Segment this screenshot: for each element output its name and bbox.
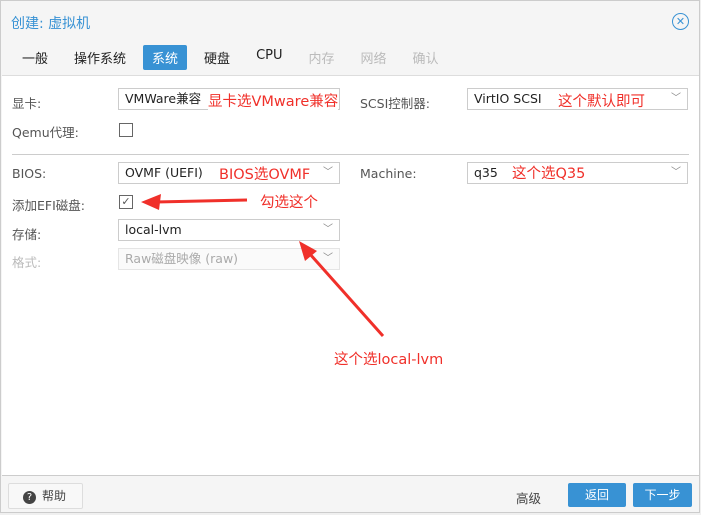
help-icon: ? [23, 491, 36, 504]
arrow-head-icon [141, 194, 161, 210]
advanced-checkbox-label[interactable]: 高级 [516, 488, 541, 507]
dialog-footer: ? 帮助 高级 返回 下一步 [1, 476, 699, 514]
back-button[interactable]: 返回 [568, 483, 626, 507]
help-button[interactable]: ? 帮助 [8, 483, 83, 509]
annotation-arrows [141, 194, 385, 337]
arrow-efi [155, 198, 248, 204]
next-button[interactable]: 下一步 [633, 483, 692, 507]
arrow-storage [307, 252, 385, 337]
create-vm-dialog: 创建: 虚拟机 ✕ 一般 操作系统 系统 硬盘 CPU 内存 网络 确认 显卡:… [0, 0, 700, 513]
help-label: 帮助 [42, 489, 67, 503]
